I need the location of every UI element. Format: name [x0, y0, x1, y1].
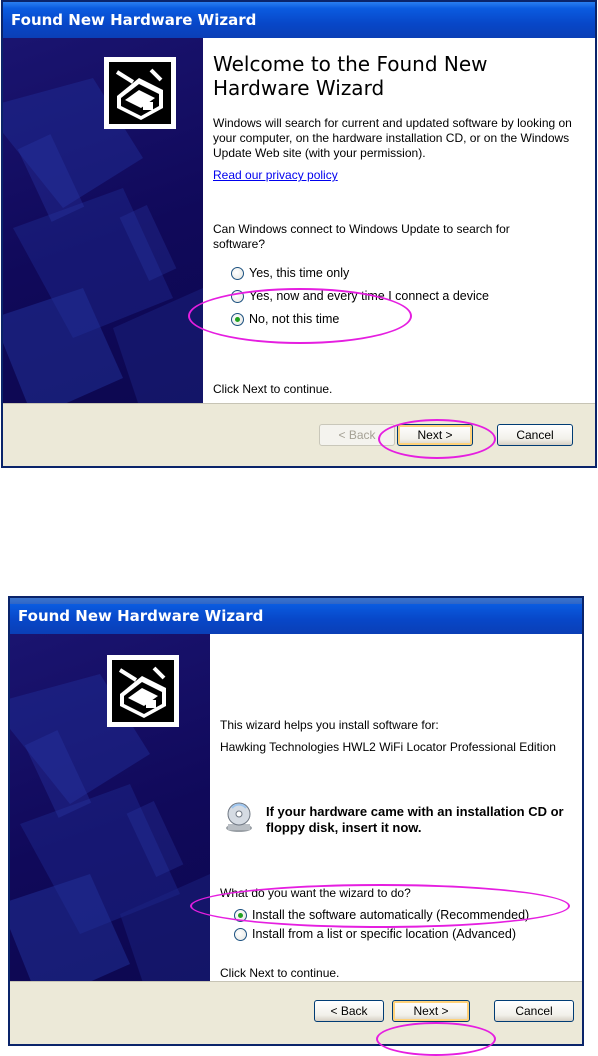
title-bar-strip	[10, 598, 582, 604]
privacy-policy-link[interactable]: Read our privacy policy	[213, 168, 338, 182]
radio-yes-every-time[interactable]: Yes, now and every time I connect a devi…	[231, 289, 489, 303]
window-title: Found New Hardware Wizard	[18, 607, 264, 625]
next-button[interactable]: Next >	[397, 424, 473, 446]
radio-no-not-this-time[interactable]: No, not this time	[231, 312, 339, 326]
radio-label: No, not this time	[249, 312, 340, 326]
wizard-sidebar	[10, 634, 210, 982]
cancel-button[interactable]: Cancel	[497, 424, 573, 446]
wizard-content: Welcome to the Found New Hardware Wizard…	[203, 38, 595, 404]
next-button[interactable]: Next >	[392, 1000, 470, 1022]
radio-label: Yes, this time only	[249, 266, 350, 280]
radio-yes-this-time[interactable]: Yes, this time only	[231, 266, 349, 280]
button-bar: < Back Next > Cancel	[3, 403, 595, 466]
wizard-sidebar	[3, 38, 203, 404]
continue-text: Click Next to continue.	[220, 966, 340, 980]
wizard-heading: Welcome to the Found New Hardware Wizard	[213, 52, 488, 100]
title-bar[interactable]: Found New Hardware Wizard	[3, 2, 595, 38]
device-name: Hawking Technologies HWL2 WiFi Locator P…	[220, 740, 556, 754]
radio-button-selected[interactable]	[231, 312, 244, 326]
hardware-wizard-icon	[103, 56, 177, 130]
cd-install-icon	[224, 802, 254, 834]
radio-button[interactable]	[231, 266, 244, 280]
back-button[interactable]: < Back	[314, 1000, 384, 1022]
intro-text: Windows will search for current and upda…	[213, 116, 572, 160]
back-button[interactable]: < Back	[319, 424, 395, 446]
button-bar: < Back Next > Cancel	[10, 981, 582, 1044]
wizard-window-install: Found New Hardware Wizard This wizard he…	[8, 596, 584, 1046]
radio-button-selected[interactable]	[234, 908, 247, 922]
wizard-window-welcome: Found New Hardware Wizard Welcome to the…	[1, 0, 597, 468]
title-bar[interactable]: Found New Hardware Wizard	[10, 598, 582, 634]
radio-button[interactable]	[231, 289, 244, 303]
question-text: Can Windows connect to Windows Update to…	[213, 222, 510, 251]
radio-label: Install from a list or specific location…	[252, 927, 516, 941]
question-text: What do you want the wizard to do?	[220, 886, 411, 900]
radio-label: Install the software automatically (Reco…	[252, 908, 530, 922]
continue-text: Click Next to continue.	[213, 382, 333, 396]
radio-button[interactable]	[234, 927, 247, 941]
radio-label: Yes, now and every time I connect a devi…	[249, 289, 489, 303]
radio-install-from-list[interactable]: Install from a list or specific location…	[234, 927, 516, 941]
cancel-button[interactable]: Cancel	[494, 1000, 574, 1022]
hardware-wizard-icon	[106, 654, 180, 728]
radio-install-automatically[interactable]: Install the software automatically (Reco…	[234, 908, 529, 922]
cd-prompt: If your hardware came with an installati…	[266, 804, 564, 835]
intro-text: This wizard helps you install software f…	[220, 718, 439, 732]
window-title: Found New Hardware Wizard	[11, 11, 257, 29]
wizard-content: This wizard helps you install software f…	[210, 634, 582, 982]
